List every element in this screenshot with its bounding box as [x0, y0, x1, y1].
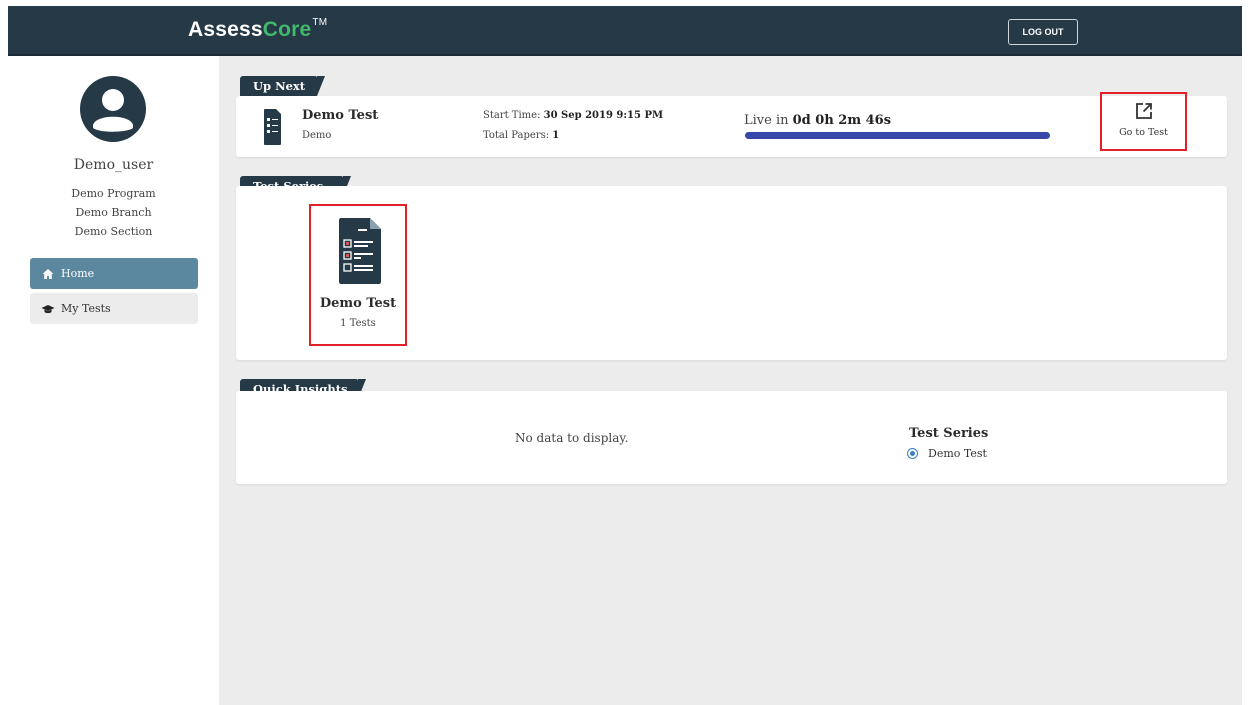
legend-title: Test Series	[909, 426, 989, 441]
graduation-cap-icon	[41, 302, 55, 316]
user-avatar-icon	[80, 76, 146, 142]
no-data-message: No data to display.	[515, 431, 629, 445]
home-icon	[41, 267, 55, 281]
progress-fill	[745, 132, 1050, 139]
go-to-test-button[interactable]: Go to Test	[1100, 92, 1187, 151]
live-countdown: Live in 0d 0h 2m 46s	[744, 113, 892, 128]
user-program: Demo Program	[71, 187, 156, 200]
user-branch: Demo Branch	[75, 206, 152, 219]
total-papers: Total Papers: 1	[483, 130, 560, 141]
test-series-item[interactable]: Demo Test 1 Tests	[309, 204, 407, 346]
legend-item-label: Demo Test	[928, 447, 987, 460]
main-content: Up Next Demo Test Demo Start Time: 30 Se…	[219, 56, 1242, 705]
logout-button[interactable]: LOG OUT	[1008, 19, 1078, 45]
quick-insights-card	[236, 391, 1227, 484]
sidebar: Demo_user Demo Program Demo Branch Demo …	[8, 56, 219, 705]
top-bar: AssessCoreTM LOG OUT	[8, 6, 1242, 56]
nav-item-my-tests[interactable]: My Tests	[30, 293, 198, 324]
radio-selected-icon	[907, 448, 918, 459]
up-next-header: Up Next	[240, 76, 325, 96]
brand-logo: AssessCoreTM	[188, 17, 328, 41]
test-document-icon	[264, 109, 281, 145]
test-series-count: 1 Tests	[340, 318, 376, 329]
go-to-test-label: Go to Test	[1119, 127, 1168, 138]
up-next-test-title: Demo Test	[302, 108, 379, 123]
up-next-test-subtitle: Demo	[302, 130, 332, 141]
countdown-progress-bar	[745, 132, 1050, 139]
user-name: Demo_user	[73, 157, 154, 173]
up-next-card	[236, 96, 1227, 157]
user-section: Demo Section	[74, 225, 153, 238]
nav-item-home[interactable]: Home	[30, 258, 198, 289]
nav-item-label: Home	[61, 267, 95, 280]
legend-item[interactable]: Demo Test	[907, 447, 987, 460]
test-document-icon	[339, 218, 381, 284]
test-series-title: Demo Test	[319, 296, 397, 311]
external-link-icon	[1135, 103, 1152, 119]
start-time: Start Time: 30 Sep 2019 9:15 PM	[483, 110, 664, 121]
nav-item-label: My Tests	[61, 302, 111, 315]
